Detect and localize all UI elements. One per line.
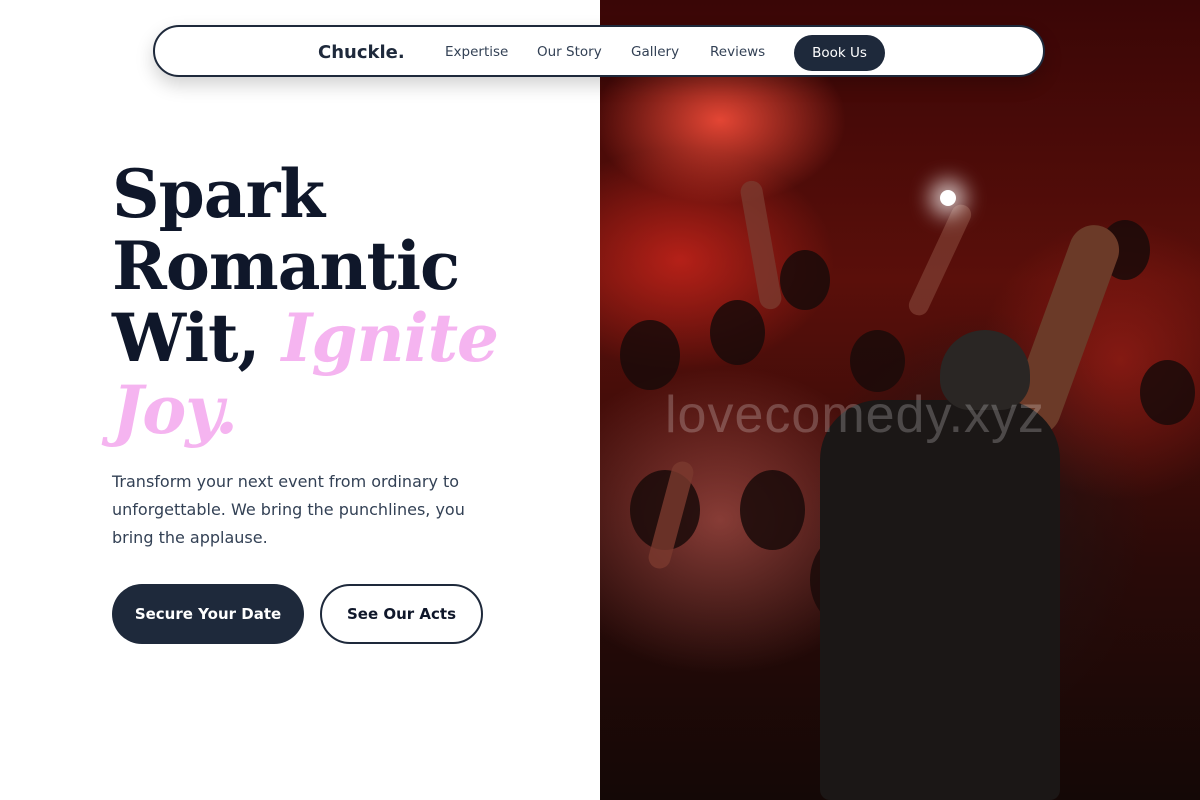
crowd-head [620, 320, 680, 390]
secure-your-date-button[interactable]: Secure Your Date [112, 584, 304, 644]
performer [820, 400, 1060, 800]
headline-line-1: Spark [112, 155, 325, 233]
headline-accent-joy: Joy. [112, 371, 238, 449]
crowd-head [1140, 360, 1195, 425]
hero-headline: Spark Romantic Wit, Ignite Joy. [112, 155, 499, 449]
brand-logo[interactable]: Chuckle. [318, 42, 405, 63]
nav-link-gallery[interactable]: Gallery [631, 44, 679, 60]
crowd-head [780, 250, 830, 310]
book-us-button[interactable]: Book Us [794, 35, 885, 71]
raised-arm [738, 179, 784, 311]
headline-line-2: Romantic [112, 227, 460, 305]
hero-subtext: Transform your next event from ordinary … [112, 472, 465, 547]
raised-arm [905, 201, 975, 319]
nav-link-reviews[interactable]: Reviews [710, 44, 765, 60]
nav-link-our-story[interactable]: Our Story [537, 44, 602, 60]
spotlight [940, 190, 956, 206]
see-our-acts-button[interactable]: See Our Acts [320, 584, 483, 644]
top-nav: Chuckle. Expertise Our Story Gallery Rev… [153, 25, 1045, 77]
nav-link-expertise[interactable]: Expertise [445, 44, 508, 60]
headline-accent-ignite: Ignite [281, 299, 499, 377]
hero-concert-photo: lovecomedy.xyz [600, 0, 1200, 800]
watermark-text: lovecomedy.xyz [665, 386, 1046, 444]
headline-line-3: Wit, [112, 299, 282, 377]
crowd-head [740, 470, 805, 550]
crowd-head [710, 300, 765, 365]
crowd-head [850, 330, 905, 392]
